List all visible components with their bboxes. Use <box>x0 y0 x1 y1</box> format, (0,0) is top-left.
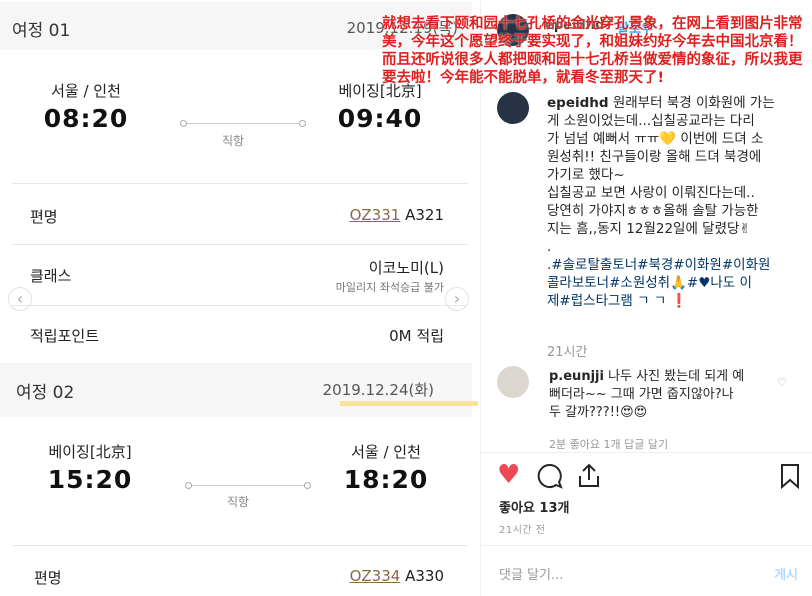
post-button[interactable]: 게시 <box>774 564 798 583</box>
trip-1-departure-time: 08:20 <box>43 104 129 133</box>
instagram-panel: epeidhd • 팔로우 epeidhd 원래부터 북경 이화원에 가는 게 … <box>480 0 812 596</box>
trip-1-label: 여정 01 <box>12 21 71 41</box>
trip-1-direct: 직항 <box>221 134 245 148</box>
trip-1-arrival-time: 09:40 <box>337 104 423 133</box>
divider <box>12 305 468 306</box>
comment-text: p.eunjji 나두 사진 봤는데 되게 예 뻐더라~~ 그때 가면 줍지않아… <box>549 368 769 422</box>
comment-icon[interactable] <box>537 463 563 489</box>
flight-value-2: OZ334 A330 <box>350 567 444 585</box>
flight-number-link[interactable]: OZ334 <box>350 567 401 585</box>
screenshot: 여정 01 2019.12.19(목) 서울 / 인천 08:20 직항 베이징… <box>0 0 812 596</box>
flight-value: OZ331 A321 <box>350 206 444 224</box>
comment-input[interactable]: 댓글 달기... <box>499 564 563 583</box>
class-sub-note: 마일리지 좌석승급 불가 <box>335 281 444 294</box>
points-value: 0M 적립 <box>389 327 444 345</box>
caption-avatar[interactable] <box>497 92 529 124</box>
trip-1-origin: 서울 / 인천 <box>51 82 121 100</box>
route-end-dot <box>304 482 311 489</box>
caption-text: epeidhd 원래부터 북경 이화원에 가는 게 소원이었는데...십칠공교라… <box>547 94 807 310</box>
class-value: 이코노미(L) <box>368 259 444 277</box>
trip-2-departure-time: 15:20 <box>47 465 133 494</box>
divider <box>481 545 812 546</box>
caption-time: 21시간 <box>547 345 588 360</box>
trip-2-header: 여정 02 2019.12.24(화) <box>0 363 472 417</box>
trip-2-arrival-time: 18:20 <box>343 465 429 494</box>
divider <box>481 452 812 453</box>
posted-time: 21시간 전 <box>499 525 546 536</box>
date-highlight-mark <box>340 401 478 406</box>
carousel-next-button[interactable]: › <box>445 287 469 311</box>
route-end-dot <box>299 120 306 127</box>
trip-2-origin: 베이징[北京] <box>48 443 132 461</box>
caption-hashtags[interactable]: #솔로탈출토너#북경#이화원#이화원 콜라보토너#소원성취🙏#♥나도 이 제#럽… <box>547 257 770 309</box>
likes-count[interactable]: 좋아요 13개 <box>499 497 569 516</box>
carousel-prev-button[interactable]: ‹ <box>8 287 32 311</box>
trip-2-direct: 직항 <box>226 495 250 509</box>
itinerary-panel: 여정 01 2019.12.19(목) 서울 / 인천 08:20 직항 베이징… <box>0 0 480 596</box>
trip-2-route-line <box>188 485 308 486</box>
aircraft-type: A330 <box>405 567 444 585</box>
comment-meta: 2분 좋아요 1개 답글 달기 <box>549 438 669 451</box>
route-start-dot <box>180 120 187 127</box>
like-heart-icon[interactable]: ♥ <box>497 462 520 488</box>
trip-1-route-line <box>183 123 303 124</box>
class-label: 클래스 <box>30 267 72 285</box>
comment-like-icon[interactable]: ♡ <box>777 376 787 389</box>
aircraft-type: A321 <box>405 206 444 224</box>
overlay-annotation-text: 就想去看下颐和园十七孔桥的金光穿孔景象，在网上看到图片非常美，今年这个愿望终于要… <box>382 16 803 86</box>
divider <box>12 183 468 184</box>
commenter-username[interactable]: p.eunjji <box>549 369 604 384</box>
bookmark-icon[interactable] <box>779 463 801 489</box>
divider <box>12 244 468 245</box>
caption-username[interactable]: epeidhd <box>547 95 609 111</box>
caption-body: 원래부터 북경 이화원에 가는 게 소원이었는데...십칠공교라는 다리 가 넘… <box>547 95 775 273</box>
trip-2-date: 2019.12.24(화) <box>322 381 434 399</box>
points-label: 적립포인트 <box>30 327 100 345</box>
flight-number-link[interactable]: OZ331 <box>350 206 401 224</box>
trip-2-label: 여정 02 <box>16 383 75 403</box>
commenter-avatar[interactable] <box>497 366 529 398</box>
trip-2-destination: 서울 / 인천 <box>351 443 421 461</box>
route-start-dot <box>185 482 192 489</box>
divider <box>12 545 468 546</box>
flight-label-2: 편명 <box>34 569 62 587</box>
flight-label: 편명 <box>30 208 58 226</box>
share-icon[interactable] <box>577 463 601 489</box>
